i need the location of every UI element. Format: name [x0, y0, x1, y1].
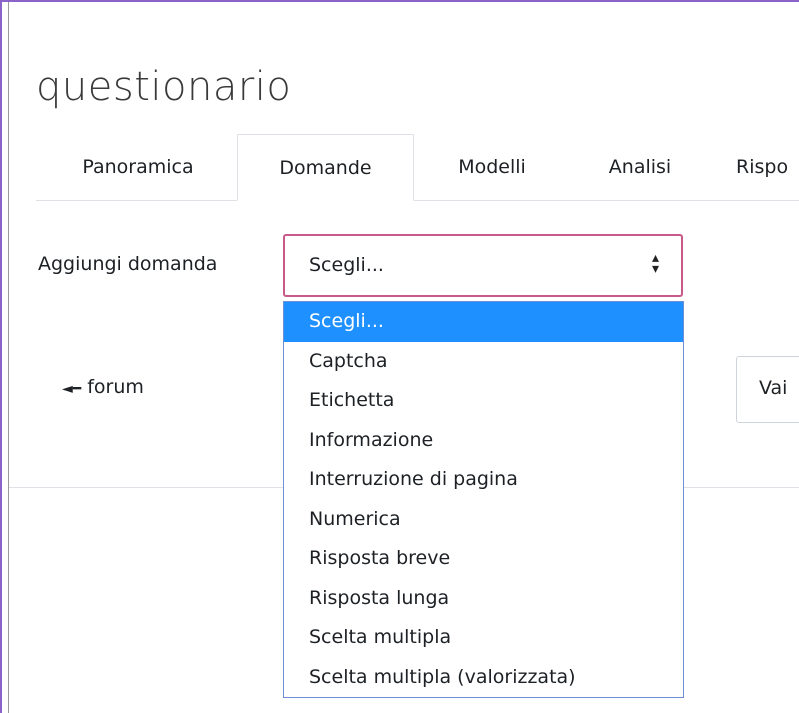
- jump-to-label: Vai: [759, 377, 788, 399]
- content-border-left: [8, 2, 9, 713]
- option-risposta-lunga[interactable]: Risposta lunga: [284, 579, 683, 619]
- question-type-dropdown[interactable]: Scegli... Captcha Etichetta Informazione…: [283, 301, 684, 698]
- option-captcha[interactable]: Captcha: [284, 342, 683, 382]
- window-frame-top: [0, 0, 799, 2]
- option-etichetta[interactable]: Etichetta: [284, 381, 683, 421]
- tab-panoramica[interactable]: Panoramica: [38, 134, 238, 201]
- window-frame-left: [0, 0, 2, 713]
- page-title: questionario: [36, 64, 292, 110]
- prev-activity-link[interactable]: ◄━ forum: [62, 376, 144, 398]
- tab-analisi[interactable]: Analisi: [570, 134, 710, 201]
- select-sort-icon: ▴ ▾: [651, 250, 659, 277]
- select-current-value: Scegli...: [309, 254, 384, 276]
- option-numerica[interactable]: Numerica: [284, 500, 683, 540]
- option-interruzione-di-pagina[interactable]: Interruzione di pagina: [284, 460, 683, 500]
- option-informazione[interactable]: Informazione: [284, 421, 683, 461]
- option-risposta-breve[interactable]: Risposta breve: [284, 539, 683, 579]
- section-divider: [9, 487, 283, 488]
- option-scegli[interactable]: Scegli...: [284, 302, 683, 342]
- option-scelta-multipla[interactable]: Scelta multipla: [284, 618, 683, 658]
- tab-risposte[interactable]: Rispo: [710, 134, 799, 201]
- jump-to-select[interactable]: Vai: [736, 356, 799, 423]
- add-question-label: Aggiungi domanda: [38, 253, 218, 275]
- tab-modelli[interactable]: Modelli: [414, 134, 570, 201]
- prev-activity-label: forum: [87, 376, 144, 398]
- option-scelta-multipla-valorizzata[interactable]: Scelta multipla (valorizzata): [284, 658, 683, 698]
- section-divider-right: [684, 487, 799, 488]
- tab-domande[interactable]: Domande: [237, 134, 414, 201]
- add-question-select[interactable]: Scegli... ▴ ▾: [283, 234, 683, 297]
- arrow-left-icon: ◄━: [62, 381, 82, 397]
